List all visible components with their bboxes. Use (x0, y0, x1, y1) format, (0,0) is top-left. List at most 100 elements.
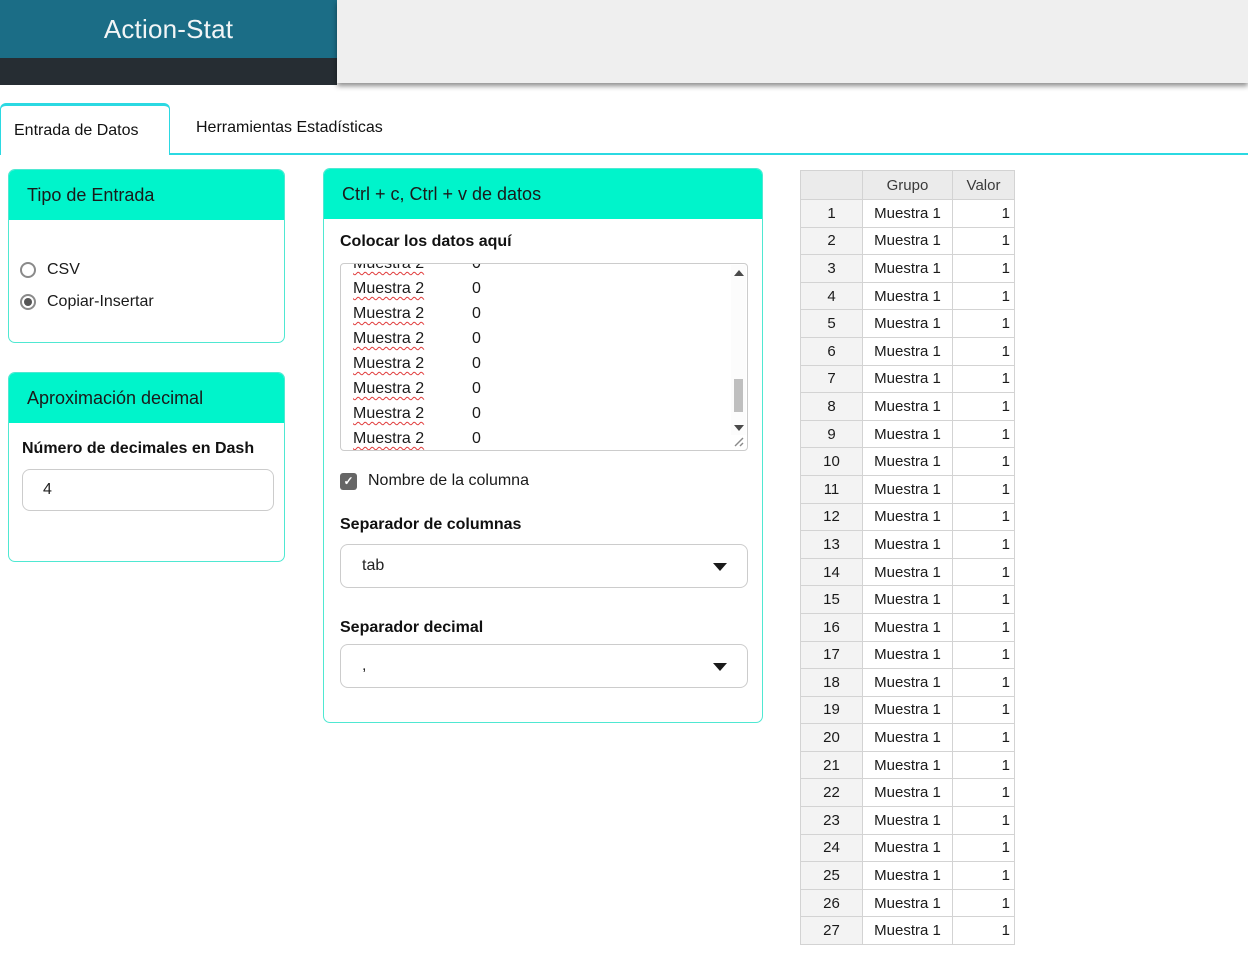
valor-cell[interactable]: 1 (952, 502, 1015, 532)
grupo-cell[interactable]: Muestra 1 (862, 750, 953, 780)
row-index-cell[interactable]: 25 (800, 861, 863, 890)
valor-cell[interactable]: 1 (952, 750, 1015, 780)
radio-unchecked-icon[interactable] (20, 262, 36, 278)
grupo-cell[interactable]: Muestra 1 (862, 640, 953, 670)
valor-cell[interactable]: 1 (952, 916, 1015, 946)
grupo-cell[interactable]: Muestra 1 (862, 447, 953, 476)
grupo-cell[interactable]: Muestra 1 (862, 557, 953, 587)
grupo-cell[interactable]: Muestra 1 (862, 309, 953, 338)
valor-cell[interactable]: 1 (952, 557, 1015, 587)
row-index-cell[interactable]: 16 (800, 612, 863, 642)
paste-textarea[interactable]: Muestra 2 0 Muestra 2 0 Muestra 2 0 Mues… (340, 263, 748, 451)
row-index-cell[interactable]: 11 (800, 474, 863, 504)
row-index-cell[interactable]: 10 (800, 447, 863, 476)
grupo-cell[interactable]: Muestra 1 (862, 254, 953, 283)
valor-cell[interactable]: 1 (952, 695, 1015, 725)
radio-option-csv[interactable]: CSV (20, 259, 284, 281)
row-index-cell[interactable]: 27 (800, 916, 863, 946)
grupo-cell[interactable]: Muestra 1 (862, 392, 953, 421)
row-index-cell[interactable]: 3 (800, 254, 863, 283)
grupo-cell[interactable]: Muestra 1 (862, 778, 953, 808)
row-index-cell[interactable]: 5 (800, 309, 863, 338)
row-index-cell[interactable]: 26 (800, 888, 863, 918)
radio-option-copiar-insertar[interactable]: Copiar-Insertar (20, 291, 284, 313)
valor-cell[interactable]: 1 (952, 419, 1015, 449)
decimal-separator-dropdown[interactable]: , (340, 644, 748, 688)
valor-cell[interactable]: 1 (952, 668, 1015, 697)
valor-cell[interactable]: 1 (952, 612, 1015, 642)
valor-cell[interactable]: 1 (952, 447, 1015, 476)
row-index-cell[interactable]: 22 (800, 778, 863, 808)
row-index-cell[interactable]: 18 (800, 668, 863, 697)
tab-entrada-de-datos[interactable]: Entrada de Datos (0, 103, 170, 155)
grupo-cell[interactable]: Muestra 1 (862, 806, 953, 835)
scroll-down-icon[interactable] (731, 420, 746, 435)
row-index-cell[interactable]: 21 (800, 750, 863, 780)
textarea-scrollbar[interactable] (731, 265, 746, 435)
valor-cell[interactable]: 1 (952, 640, 1015, 670)
column-separator-dropdown[interactable]: tab (340, 544, 748, 588)
grupo-cell[interactable]: Muestra 1 (862, 530, 953, 559)
grupo-cell[interactable]: Muestra 1 (862, 364, 953, 394)
app-window: Action-Stat Entrada de Datos Herramienta… (0, 0, 1248, 972)
valor-cell[interactable]: 1 (952, 778, 1015, 808)
valor-cell[interactable]: 1 (952, 281, 1015, 311)
grupo-cell[interactable]: Muestra 1 (862, 916, 953, 946)
row-index-cell[interactable]: 23 (800, 806, 863, 835)
valor-cell[interactable]: 1 (952, 392, 1015, 421)
grupo-cell[interactable]: Muestra 1 (862, 199, 953, 228)
grupo-cell[interactable]: Muestra 1 (862, 888, 953, 918)
scroll-up-icon[interactable] (731, 265, 746, 280)
valor-cell[interactable]: 1 (952, 861, 1015, 890)
valor-cell[interactable]: 1 (952, 806, 1015, 835)
row-index-cell[interactable]: 13 (800, 530, 863, 559)
grupo-cell[interactable]: Muestra 1 (862, 833, 953, 863)
row-index-cell[interactable]: 15 (800, 585, 863, 614)
grupo-cell[interactable]: Muestra 1 (862, 336, 953, 366)
row-index-cell[interactable]: 20 (800, 723, 863, 752)
row-index-cell[interactable]: 8 (800, 392, 863, 421)
textarea-line-group: Muestra 2 (353, 430, 425, 447)
valor-cell[interactable]: 1 (952, 833, 1015, 863)
scrollbar-thumb[interactable] (734, 379, 743, 412)
valor-cell[interactable]: 1 (952, 309, 1015, 338)
grupo-cell[interactable]: Muestra 1 (862, 502, 953, 532)
column-name-checkbox-row[interactable]: Nombre de la columna (340, 472, 529, 490)
valor-cell[interactable]: 1 (952, 723, 1015, 752)
grupo-cell[interactable]: Muestra 1 (862, 861, 953, 890)
valor-cell[interactable]: 1 (952, 254, 1015, 283)
grupo-cell[interactable]: Muestra 1 (862, 281, 953, 311)
row-index-cell[interactable]: 14 (800, 557, 863, 587)
grupo-cell[interactable]: Muestra 1 (862, 695, 953, 725)
row-index-cell[interactable]: 6 (800, 336, 863, 366)
valor-cell[interactable]: 1 (952, 888, 1015, 918)
checkbox-checked-icon[interactable] (340, 472, 357, 490)
row-index-cell[interactable]: 4 (800, 281, 863, 311)
grupo-cell[interactable]: Muestra 1 (862, 474, 953, 504)
row-index-cell[interactable]: 17 (800, 640, 863, 670)
resize-handle-icon[interactable] (731, 434, 746, 449)
row-index-cell[interactable]: 1 (800, 199, 863, 228)
grupo-cell[interactable]: Muestra 1 (862, 723, 953, 752)
radio-checked-icon[interactable] (20, 294, 36, 310)
row-index-cell[interactable]: 7 (800, 364, 863, 394)
valor-cell[interactable]: 1 (952, 530, 1015, 559)
valor-cell[interactable]: 1 (952, 226, 1015, 256)
valor-cell[interactable]: 1 (952, 199, 1015, 228)
decimals-input[interactable]: 4 (22, 469, 274, 511)
valor-cell[interactable]: 1 (952, 364, 1015, 394)
grupo-cell[interactable]: Muestra 1 (862, 419, 953, 449)
valor-cell[interactable]: 1 (952, 336, 1015, 366)
grupo-cell[interactable]: Muestra 1 (862, 612, 953, 642)
row-index-cell[interactable]: 19 (800, 695, 863, 725)
valor-cell[interactable]: 1 (952, 585, 1015, 614)
tab-herramientas-estadisticas[interactable]: Herramientas Estadísticas (170, 103, 383, 153)
row-index-cell[interactable]: 12 (800, 502, 863, 532)
row-index-cell[interactable]: 2 (800, 226, 863, 256)
row-index-cell[interactable]: 24 (800, 833, 863, 863)
grupo-cell[interactable]: Muestra 1 (862, 585, 953, 614)
grupo-cell[interactable]: Muestra 1 (862, 226, 953, 256)
grupo-cell[interactable]: Muestra 1 (862, 668, 953, 697)
row-index-cell[interactable]: 9 (800, 419, 863, 449)
valor-cell[interactable]: 1 (952, 474, 1015, 504)
